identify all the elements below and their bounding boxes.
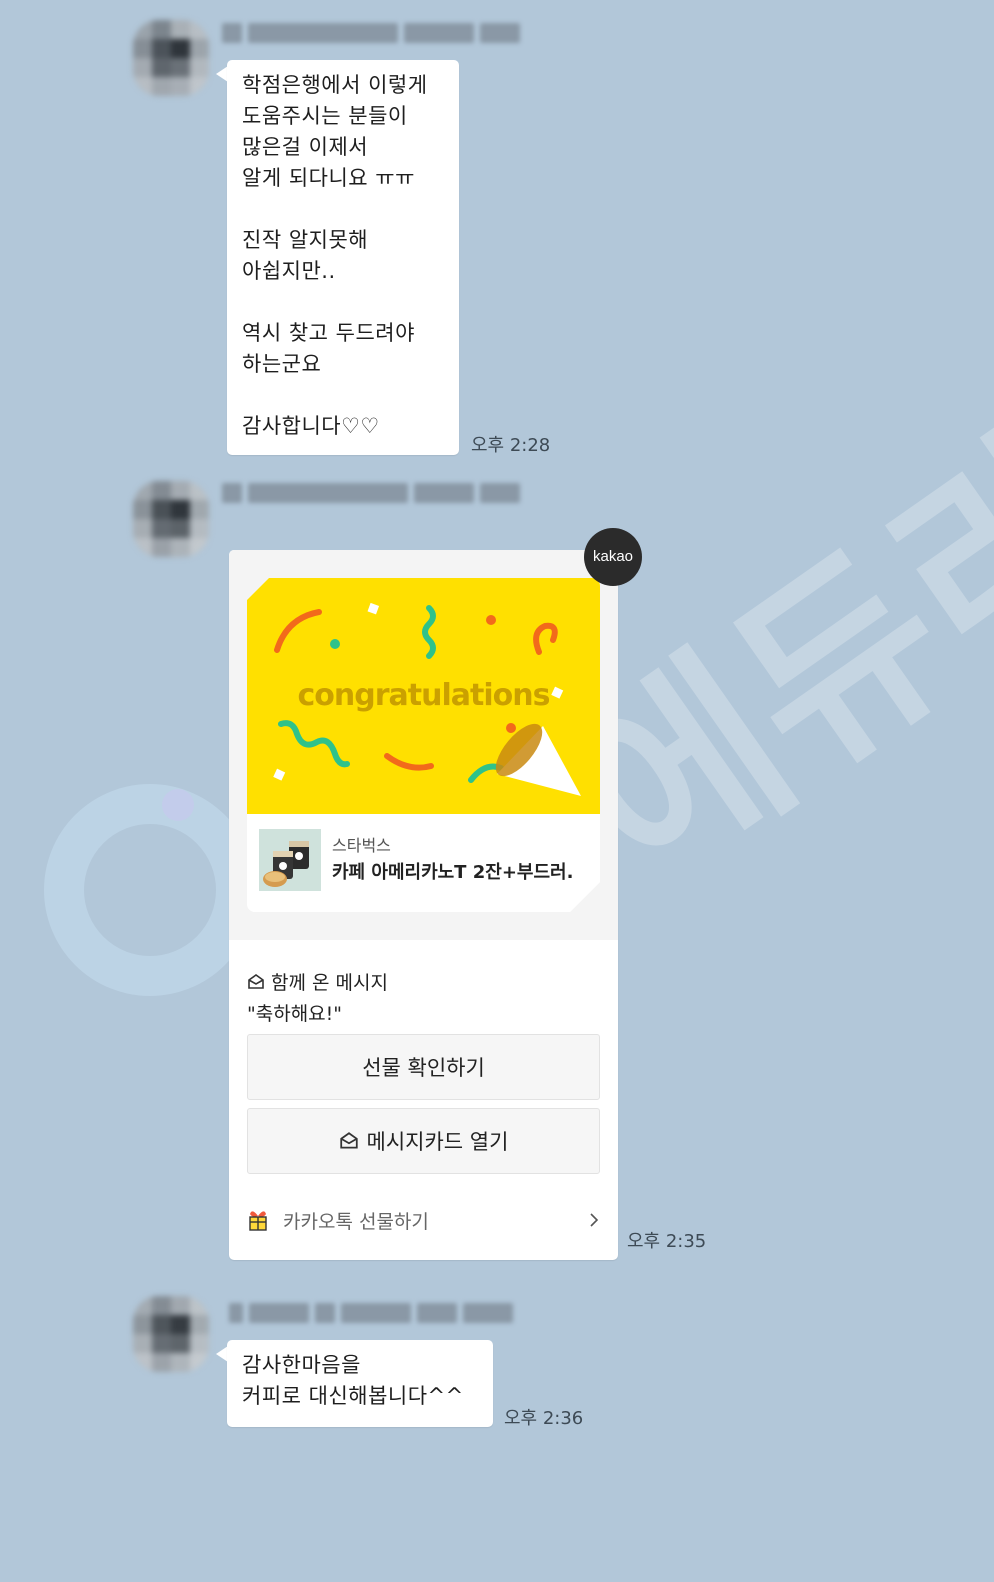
product-thumbnail bbox=[259, 829, 321, 891]
congratulations-banner: congratulations bbox=[247, 578, 600, 814]
product-name: 카페 아메리카노T 2잔+부드러. bbox=[332, 862, 574, 883]
avatar[interactable] bbox=[133, 481, 209, 557]
gift-ticket[interactable]: congratulations 스타벅스 카페 아메리카노T 2잔+부드러. bbox=[247, 578, 600, 912]
confirm-gift-label: 선물 확인하기 bbox=[362, 1056, 485, 1080]
open-message-card-button[interactable]: 메시지카드 열기 bbox=[247, 1108, 600, 1174]
chevron-right-icon bbox=[590, 1213, 599, 1227]
message-time: 오후 2:28 bbox=[471, 435, 551, 456]
avatar[interactable] bbox=[133, 20, 209, 96]
confirm-gift-button[interactable]: 선물 확인하기 bbox=[247, 1034, 600, 1100]
kakaotalk-gift-link[interactable]: 카카오톡 선물하기 bbox=[247, 1202, 600, 1238]
message-time: 오후 2:35 bbox=[627, 1231, 707, 1252]
attached-message-label: 함께 온 메시지 bbox=[247, 968, 388, 995]
open-message-card-label: 메시지카드 열기 bbox=[366, 1130, 509, 1154]
gift-box-icon bbox=[249, 1211, 267, 1231]
attached-message-text: "축하해요!" bbox=[247, 1003, 343, 1025]
avatar[interactable] bbox=[133, 1296, 209, 1372]
gift-card[interactable]: congratulations 스타벅스 카페 아메리카노T 2잔+부드러. k… bbox=[229, 528, 642, 1260]
kakaotalk-gift-label: 카카오톡 선물하기 bbox=[283, 1210, 429, 1233]
sender-name bbox=[229, 1298, 513, 1328]
message-bubble[interactable]: 감사한마음을 커피로 대신해봅니다^^ bbox=[227, 1340, 493, 1427]
gift-preview-area: congratulations 스타벅스 카페 아메리카노T 2잔+부드러. bbox=[229, 550, 618, 940]
envelope-icon bbox=[339, 1132, 358, 1149]
sender-name bbox=[222, 478, 520, 508]
brand-name: 스타벅스 bbox=[332, 836, 391, 855]
congratulations-text: congratulations bbox=[297, 678, 550, 713]
sender-name bbox=[222, 18, 520, 48]
envelope-icon bbox=[248, 973, 264, 989]
kakao-badge: kakao bbox=[584, 528, 642, 586]
attached-message-title: 함께 온 메시지 bbox=[271, 972, 388, 994]
message-bubble[interactable]: 학점은행에서 이렇게 도움주시는 분들이 많은걸 이제서 알게 되다니요 ㅠㅠ … bbox=[227, 60, 459, 455]
message-time: 오후 2:36 bbox=[504, 1408, 584, 1429]
gift-product[interactable]: 스타벅스 카페 아메리카노T 2잔+부드러. bbox=[247, 814, 600, 912]
